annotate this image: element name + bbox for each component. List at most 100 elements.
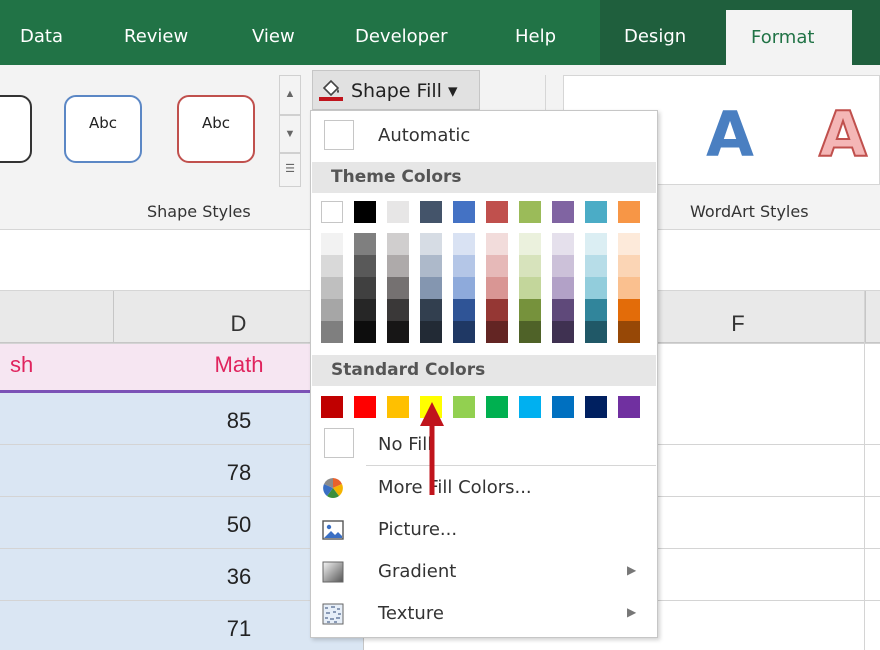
theme-shade-swatch[interactable]: [519, 255, 541, 277]
theme-shade-swatch[interactable]: [453, 299, 475, 321]
theme-shade-swatch[interactable]: [552, 299, 574, 321]
standard-color-swatch[interactable]: [321, 396, 343, 418]
theme-color-swatch[interactable]: [420, 201, 442, 223]
theme-shade-swatch[interactable]: [552, 277, 574, 299]
theme-color-swatch[interactable]: [552, 201, 574, 223]
tab-data[interactable]: Data: [20, 26, 63, 47]
theme-shade-swatch[interactable]: [321, 299, 343, 321]
theme-shade-swatch[interactable]: [420, 233, 442, 255]
gallery-scroll-up-button[interactable]: ▲: [279, 75, 301, 115]
theme-shade-swatch[interactable]: [552, 321, 574, 343]
theme-shade-swatch[interactable]: [486, 233, 508, 255]
automatic-menu-item[interactable]: Automatic: [311, 115, 657, 153]
theme-shade-swatch[interactable]: [552, 255, 574, 277]
theme-shade-swatch[interactable]: [387, 321, 409, 343]
theme-color-swatch[interactable]: [618, 201, 640, 223]
annotation-arrow-icon: [420, 402, 444, 495]
theme-color-swatch[interactable]: [453, 201, 475, 223]
theme-shade-swatch[interactable]: [420, 255, 442, 277]
theme-shade-swatch[interactable]: [486, 299, 508, 321]
standard-color-swatch[interactable]: [618, 396, 640, 418]
tab-help[interactable]: Help: [515, 26, 556, 47]
theme-color-swatch[interactable]: [387, 201, 409, 223]
theme-shade-swatch[interactable]: [387, 277, 409, 299]
standard-color-swatch[interactable]: [486, 396, 508, 418]
theme-shade-swatch[interactable]: [354, 321, 376, 343]
theme-shade-swatch[interactable]: [354, 299, 376, 321]
selected-range-left[interactable]: [0, 393, 114, 650]
tab-view[interactable]: View: [252, 26, 295, 47]
theme-shade-swatch[interactable]: [585, 277, 607, 299]
theme-color-swatch[interactable]: [354, 201, 376, 223]
theme-shade-swatch[interactable]: [387, 233, 409, 255]
theme-shade-swatch[interactable]: [618, 277, 640, 299]
theme-shade-swatch[interactable]: [585, 299, 607, 321]
wordart-sample-red[interactable]: A: [818, 97, 868, 172]
theme-shade-swatch[interactable]: [321, 233, 343, 255]
theme-shade-swatch[interactable]: [321, 277, 343, 299]
tab-review[interactable]: Review: [124, 26, 188, 47]
shape-style-blue[interactable]: Abc: [64, 95, 142, 163]
theme-color-swatch[interactable]: [486, 201, 508, 223]
picture-menu-item[interactable]: Picture...: [311, 511, 657, 549]
tab-design[interactable]: Design: [624, 26, 686, 47]
theme-shade-swatch[interactable]: [519, 233, 541, 255]
theme-color-swatch[interactable]: [519, 201, 541, 223]
gradient-menu-item[interactable]: Gradient ▶: [311, 553, 657, 591]
standard-color-swatch[interactable]: [519, 396, 541, 418]
theme-shade-swatch[interactable]: [387, 299, 409, 321]
no-fill-menu-item[interactable]: No Fill: [311, 423, 657, 461]
theme-shade-swatch[interactable]: [618, 299, 640, 321]
tab-developer[interactable]: Developer: [355, 26, 448, 47]
theme-shade-swatch[interactable]: [618, 255, 640, 277]
gallery-scroll-down-button[interactable]: ▼: [279, 115, 301, 153]
theme-shade-swatch[interactable]: [453, 233, 475, 255]
theme-shade-swatch[interactable]: [453, 277, 475, 299]
theme-shade-swatch[interactable]: [618, 233, 640, 255]
theme-color-swatch[interactable]: [321, 201, 343, 223]
gallery-more-button[interactable]: ☰: [279, 153, 301, 187]
standard-color-swatch[interactable]: [552, 396, 574, 418]
chevron-right-icon: ▶: [627, 605, 637, 619]
standard-colors-heading: Standard Colors: [312, 355, 656, 386]
shape-styles-group-label: Shape Styles: [147, 202, 251, 221]
theme-color-swatch[interactable]: [585, 201, 607, 223]
shape-fill-button[interactable]: Shape Fill ▾: [312, 70, 480, 110]
theme-shade-swatch[interactable]: [552, 233, 574, 255]
theme-shade-swatch[interactable]: [420, 321, 442, 343]
theme-shade-swatch[interactable]: [321, 321, 343, 343]
theme-shade-swatch[interactable]: [321, 255, 343, 277]
column-header-c[interactable]: [0, 291, 114, 343]
texture-menu-item[interactable]: Texture ▶: [311, 595, 657, 633]
theme-shade-swatch[interactable]: [585, 255, 607, 277]
tab-format[interactable]: Format: [726, 10, 852, 66]
theme-shade-swatch[interactable]: [585, 233, 607, 255]
theme-shade-swatch[interactable]: [453, 255, 475, 277]
theme-shade-swatch[interactable]: [618, 321, 640, 343]
paint-bucket-icon: [319, 79, 343, 101]
theme-shade-swatch[interactable]: [519, 321, 541, 343]
wordart-styles-group-label: WordArt Styles: [690, 202, 809, 221]
wordart-sample-blue[interactable]: A: [706, 98, 754, 171]
theme-shade-swatch[interactable]: [486, 321, 508, 343]
theme-shade-swatch[interactable]: [354, 233, 376, 255]
shape-style-red[interactable]: Abc: [177, 95, 255, 163]
standard-color-swatch[interactable]: [354, 396, 376, 418]
automatic-swatch: [324, 120, 354, 150]
texture-icon: [322, 603, 344, 625]
more-fill-colors-menu-item[interactable]: More Fill Colors...: [311, 469, 657, 507]
theme-shade-swatch[interactable]: [519, 277, 541, 299]
theme-shade-swatch[interactable]: [354, 277, 376, 299]
theme-shade-swatch[interactable]: [354, 255, 376, 277]
theme-shade-swatch[interactable]: [486, 255, 508, 277]
theme-shade-swatch[interactable]: [453, 321, 475, 343]
shape-style-partial[interactable]: [0, 95, 32, 163]
theme-shade-swatch[interactable]: [519, 299, 541, 321]
theme-shade-swatch[interactable]: [585, 321, 607, 343]
standard-color-swatch[interactable]: [585, 396, 607, 418]
theme-shade-swatch[interactable]: [420, 277, 442, 299]
theme-shade-swatch[interactable]: [486, 277, 508, 299]
standard-color-swatch[interactable]: [387, 396, 409, 418]
theme-shade-swatch[interactable]: [420, 299, 442, 321]
theme-shade-swatch[interactable]: [387, 255, 409, 277]
